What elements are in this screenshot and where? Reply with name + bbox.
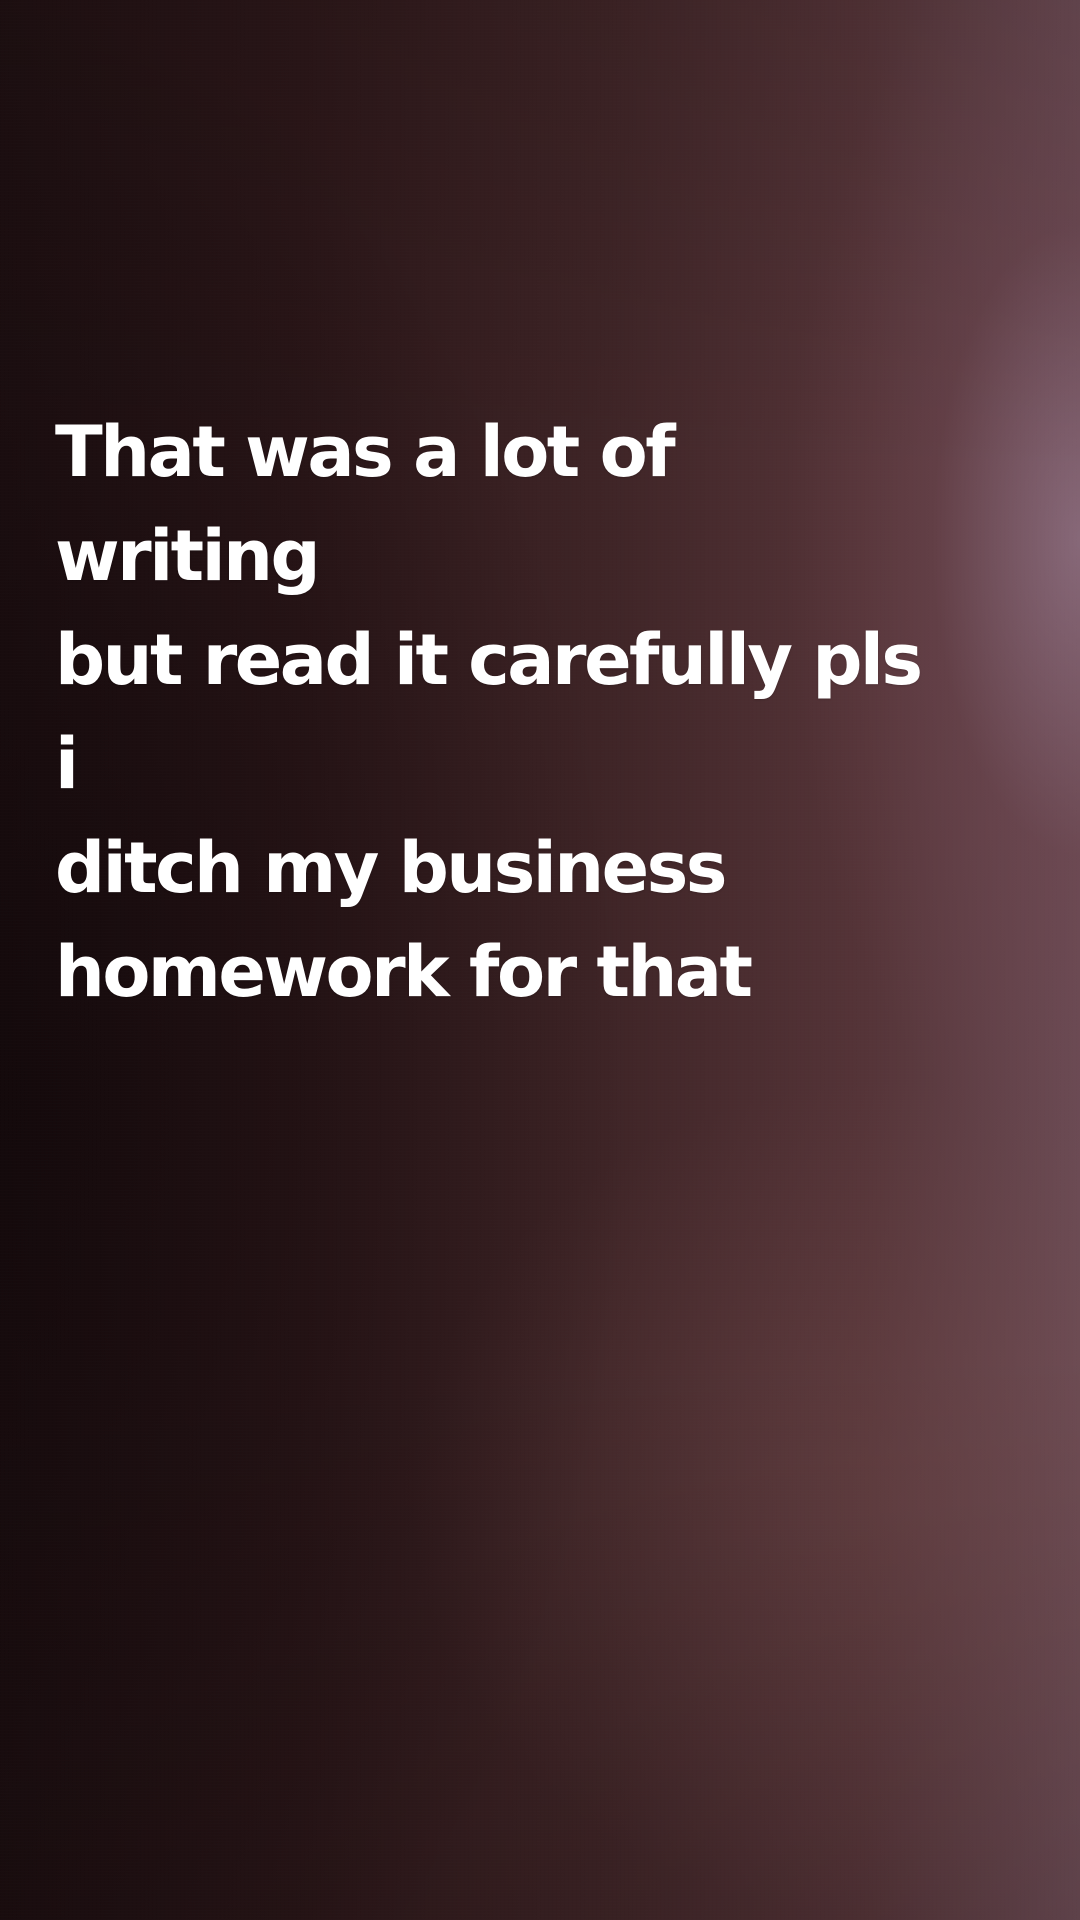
story-canvas: That was a lot of writing but read it ca… xyxy=(0,0,1080,1920)
story-caption-text: That was a lot of writing but read it ca… xyxy=(55,411,923,1013)
